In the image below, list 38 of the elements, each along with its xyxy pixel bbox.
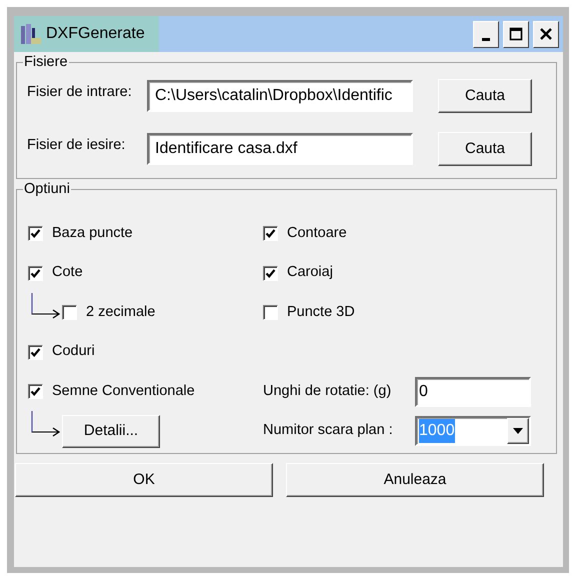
- checkbox[interactable]: [263, 266, 278, 281]
- checkbox-label: Coduri: [52, 342, 95, 362]
- close-button[interactable]: [533, 20, 559, 48]
- text-field[interactable]: Identificare casa.dxf: [147, 133, 413, 165]
- checkbox-label: 2 zecimale: [86, 302, 156, 322]
- browse-button[interactable]: Cauta: [438, 132, 532, 166]
- field-label: Numitor scara plan :: [263, 421, 394, 440]
- minimize-icon: [482, 38, 490, 41]
- checkbox-label: Contoare: [287, 224, 347, 243]
- details-button[interactable]: Detalii...: [62, 414, 160, 448]
- text-field[interactable]: C:\Users\catalin\Dropbox\Identific: [147, 80, 413, 112]
- checkbox[interactable]: [62, 305, 77, 320]
- field-label: Fisier de intrare:: [27, 83, 133, 102]
- group-label: Optiuni: [23, 181, 71, 197]
- field-label: Fisier de iesire:: [27, 136, 126, 156]
- close-icon: [540, 28, 552, 40]
- checkbox-label: Cote: [52, 263, 83, 282]
- checkbox[interactable]: [28, 384, 43, 400]
- checkbox-label: Puncte 3D: [287, 302, 355, 322]
- browse-button[interactable]: Cauta: [438, 79, 532, 113]
- checkbox[interactable]: [28, 344, 43, 360]
- window-title: DXFGenerate: [46, 24, 145, 44]
- checkbox-label: Baza puncte: [52, 224, 133, 243]
- checkbox[interactable]: [28, 226, 43, 242]
- checkbox[interactable]: [263, 226, 278, 242]
- field-label: Unghi de rotatie: (g): [263, 382, 392, 401]
- checkbox[interactable]: [28, 266, 43, 281]
- maximize-button[interactable]: [503, 20, 529, 48]
- caret-icon: [513, 428, 523, 434]
- text-field[interactable]: 0: [415, 376, 531, 407]
- checkbox-label: Caroiaj: [287, 263, 333, 282]
- minimize-button[interactable]: [473, 20, 499, 48]
- checkbox-label: Semne Conventionale: [52, 382, 195, 401]
- checkbox[interactable]: [263, 305, 278, 320]
- app-icon: [20, 22, 42, 46]
- dialog-button[interactable]: OK: [15, 463, 273, 497]
- maximize-icon: [510, 28, 522, 40]
- dialog-button[interactable]: Anuleaza: [286, 463, 544, 497]
